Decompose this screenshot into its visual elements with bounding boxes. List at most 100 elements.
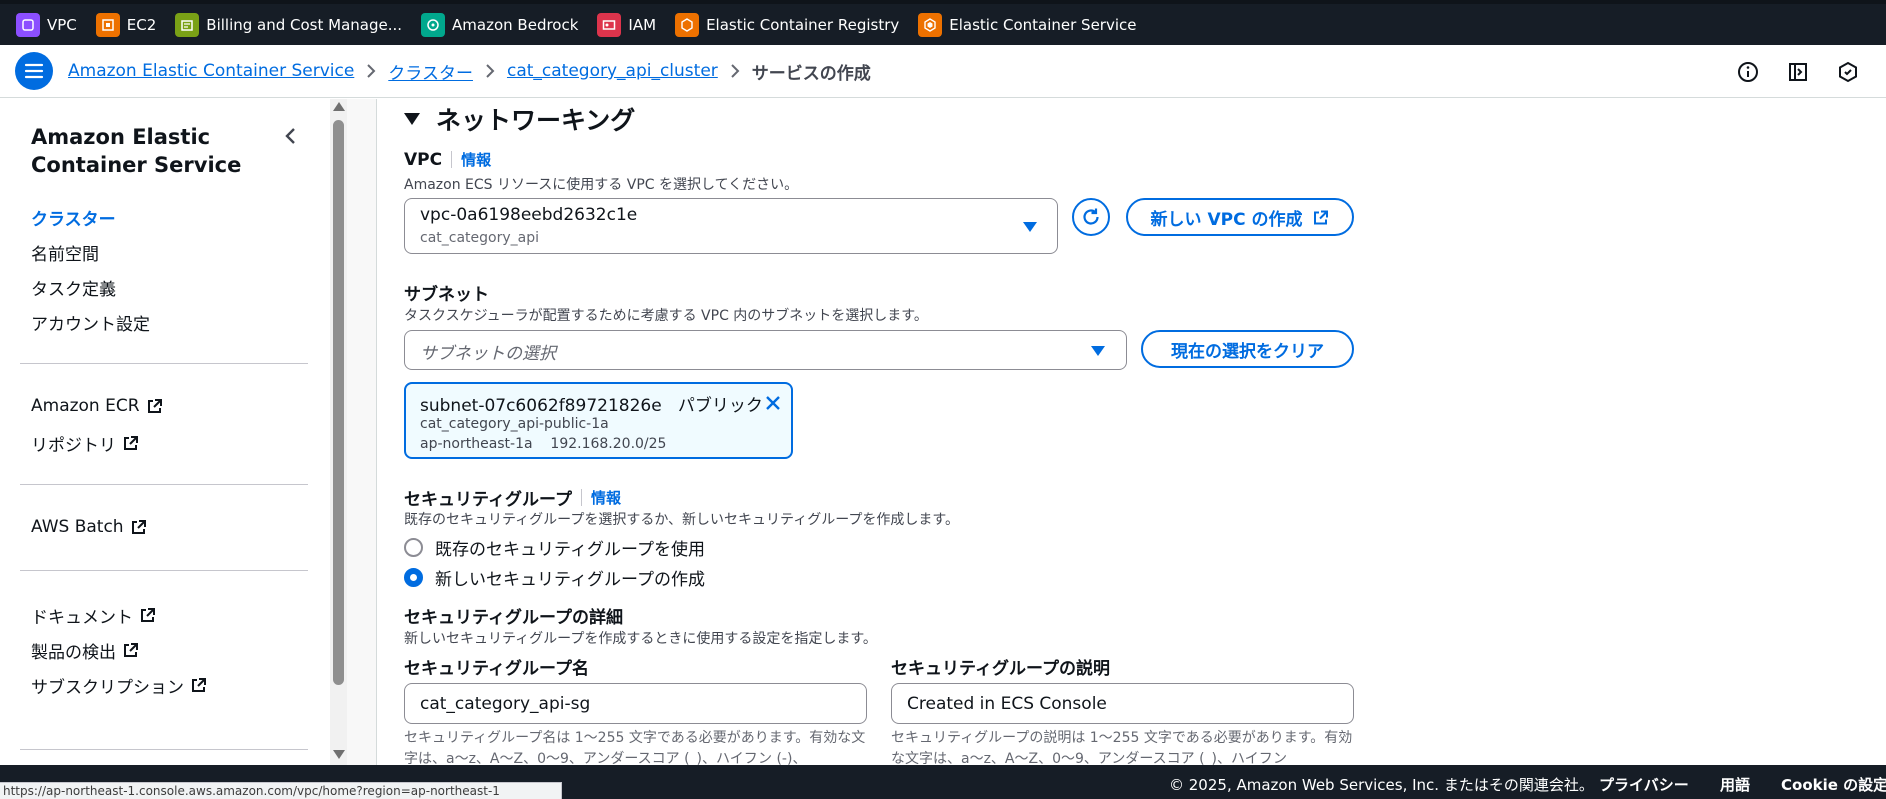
radio-use-existing-sg[interactable]: 既存のセキュリティグループを使用 <box>404 535 705 560</box>
vpc-icon <box>16 12 40 37</box>
ecr-icon <box>675 12 700 37</box>
breadcrumb-cluster[interactable]: cat_category_api_cluster <box>507 61 718 81</box>
feedback-icon[interactable] <box>1836 60 1860 84</box>
sidebar-title: Amazon Elastic Container Service <box>31 125 242 177</box>
favorite-ec2[interactable]: EC2 <box>95 2 156 47</box>
sidebar-link-aws-batch[interactable]: AWS Batch <box>31 517 147 537</box>
footer-copyright: © 2025, Amazon Web Services, Inc. またはその関… <box>1169 776 1594 794</box>
subnet-select-placeholder: サブネットの選択 <box>420 344 556 364</box>
sidebar-link-subscriptions[interactable]: サブスクリプション <box>31 673 207 698</box>
radio-unchecked[interactable] <box>404 538 423 557</box>
sidebar-link-discover-products[interactable]: 製品の検出 <box>31 638 139 663</box>
external-link-icon <box>139 607 156 624</box>
radio-create-new-sg[interactable]: 新しいセキュリティグループの作成 <box>404 565 705 590</box>
vpc-label: VPC 情報 <box>404 149 492 170</box>
sidebar-item-clusters[interactable]: クラスター <box>31 205 116 230</box>
subnet-token-location: ap-northeast-1a 192.168.20.0/25 <box>420 436 667 452</box>
vpc-info-link[interactable]: 情報 <box>461 149 491 170</box>
content-gutter <box>347 99 377 765</box>
scroll-up-arrow-icon[interactable] <box>333 102 345 111</box>
sidebar-item-account-settings[interactable]: アカウント設定 <box>31 310 150 335</box>
chevron-right-icon <box>730 63 740 79</box>
security-group-desc-input[interactable]: Created in ECS Console <box>891 683 1354 724</box>
breadcrumb-current: サービスの作成 <box>751 63 871 84</box>
main-content: ネットワーキング VPC 情報 Amazon ECS リソースに使用する VPC… <box>378 99 1886 765</box>
caret-down-icon <box>1091 346 1105 356</box>
refresh-icon <box>1083 208 1099 225</box>
sidebar-link-documents[interactable]: ドキュメント <box>31 603 156 628</box>
security-group-description: 既存のセキュリティグループを選択するか、新しいセキュリティグループを作成します。 <box>404 512 959 528</box>
sidebar-divider <box>20 484 308 485</box>
favorite-bedrock[interactable]: Amazon Bedrock <box>421 2 578 47</box>
info-icon[interactable] <box>1736 60 1760 84</box>
chevron-right-icon <box>485 63 495 79</box>
iam-icon <box>597 12 622 37</box>
breadcrumb-ecs[interactable]: Amazon Elastic Container Service <box>68 61 354 81</box>
external-link-icon <box>122 435 139 452</box>
scroll-down-arrow-icon[interactable] <box>333 750 345 759</box>
favorite-billing[interactable]: Billing and Cost Manage... <box>175 2 402 47</box>
vpc-description: Amazon ECS リソースに使用する VPC を選択してください。 <box>404 177 799 193</box>
breadcrumb-clusters[interactable]: クラスター <box>388 59 473 84</box>
panel-toggle-icon[interactable] <box>1786 60 1810 84</box>
label-separator <box>451 151 453 168</box>
sidebar-link-ecr[interactable]: Amazon ECR <box>31 396 163 416</box>
billing-icon <box>175 12 200 37</box>
favorite-ecs[interactable]: Elastic Container Service <box>918 2 1137 47</box>
external-link-icon <box>1312 209 1329 226</box>
favorites-bar: VPC EC2 Billing and Cost Manage... Amazo… <box>0 0 1886 45</box>
footer-cookie-link[interactable]: Cookie の設定 <box>1781 774 1886 795</box>
security-group-name-input[interactable]: cat_category_api-sg <box>404 683 867 724</box>
chevron-right-icon <box>366 63 376 79</box>
footer-privacy-link[interactable]: プライバシー <box>1599 774 1689 795</box>
external-link-icon <box>146 398 163 415</box>
label-separator <box>580 489 582 506</box>
subnet-select[interactable]: サブネットの選択 <box>404 330 1127 370</box>
security-group-name-hint: セキュリティグループ名は 1〜255 文字である必要があります。有効な文字は、a… <box>404 730 866 765</box>
sidebar-divider <box>20 363 308 364</box>
sidebar-item-namespaces[interactable]: 名前空間 <box>31 240 99 265</box>
subnet-token-name: cat_category_api-public-1a <box>420 416 609 432</box>
clear-selection-button[interactable]: 現在の選択をクリア <box>1141 330 1354 368</box>
security-group-details-title: セキュリティグループの詳細 <box>404 608 623 628</box>
networking-section-header[interactable]: ネットワーキング <box>404 101 635 137</box>
external-link-icon <box>190 677 207 694</box>
vpc-selected-name: cat_category_api <box>420 230 539 246</box>
subnet-description: タスクスケジューラが配置するために考慮する VPC 内のサブネットを選択します。 <box>404 308 928 324</box>
create-vpc-button[interactable]: 新しい VPC の作成 <box>1126 198 1354 236</box>
subnet-token: subnet-07c6062f89721826e パブリック cat_categ… <box>404 382 793 459</box>
hamburger-icon <box>24 63 44 79</box>
header-tools <box>1736 45 1886 98</box>
ec2-icon <box>95 12 120 37</box>
external-link-icon <box>122 642 139 659</box>
external-link-icon <box>130 519 147 536</box>
navigation-menu-button[interactable] <box>15 52 53 90</box>
security-group-details-description: 新しいセキュリティグループを作成するときに使用する設定を指定します。 <box>404 631 877 647</box>
vpc-select[interactable]: vpc-0a6198eebd2632c1e cat_category_api <box>404 198 1058 254</box>
browser-status-url: https://ap-northeast-1.console.aws.amazo… <box>0 782 562 799</box>
subnet-token-title: subnet-07c6062f89721826e パブリック <box>420 396 763 416</box>
security-group-label: セキュリティグループ 情報 <box>404 487 621 510</box>
sidebar-divider <box>20 749 308 750</box>
sidebar-link-repositories[interactable]: リポジトリ <box>31 431 139 456</box>
security-group-name-label: セキュリティグループ名 <box>404 659 589 679</box>
refresh-vpc-button[interactable] <box>1072 198 1110 236</box>
favorite-ecr[interactable]: Elastic Container Registry <box>675 2 899 47</box>
sidebar-item-task-definitions[interactable]: タスク定義 <box>31 275 116 300</box>
chevron-left-icon <box>285 128 295 144</box>
remove-subnet-close-icon[interactable] <box>762 392 784 414</box>
footer-terms-link[interactable]: 用語 <box>1720 774 1750 795</box>
bedrock-icon <box>421 12 446 37</box>
sidebar-scroll-thumb[interactable] <box>333 120 344 685</box>
security-group-desc-label: セキュリティグループの説明 <box>891 659 1110 679</box>
favorite-vpc[interactable]: VPC <box>16 2 77 47</box>
radio-checked[interactable] <box>404 568 423 587</box>
ecs-icon <box>918 12 943 37</box>
sidebar: Amazon Elastic Container Service クラスター 名… <box>0 99 330 765</box>
sidebar-divider <box>20 570 308 571</box>
page-header: Amazon Elastic Container Service クラスター c… <box>0 45 1886 98</box>
security-group-info-link[interactable]: 情報 <box>591 487 621 508</box>
subnet-label: サブネット <box>404 285 489 305</box>
favorite-iam[interactable]: IAM <box>597 2 656 47</box>
sidebar-collapse-button[interactable] <box>278 124 302 148</box>
